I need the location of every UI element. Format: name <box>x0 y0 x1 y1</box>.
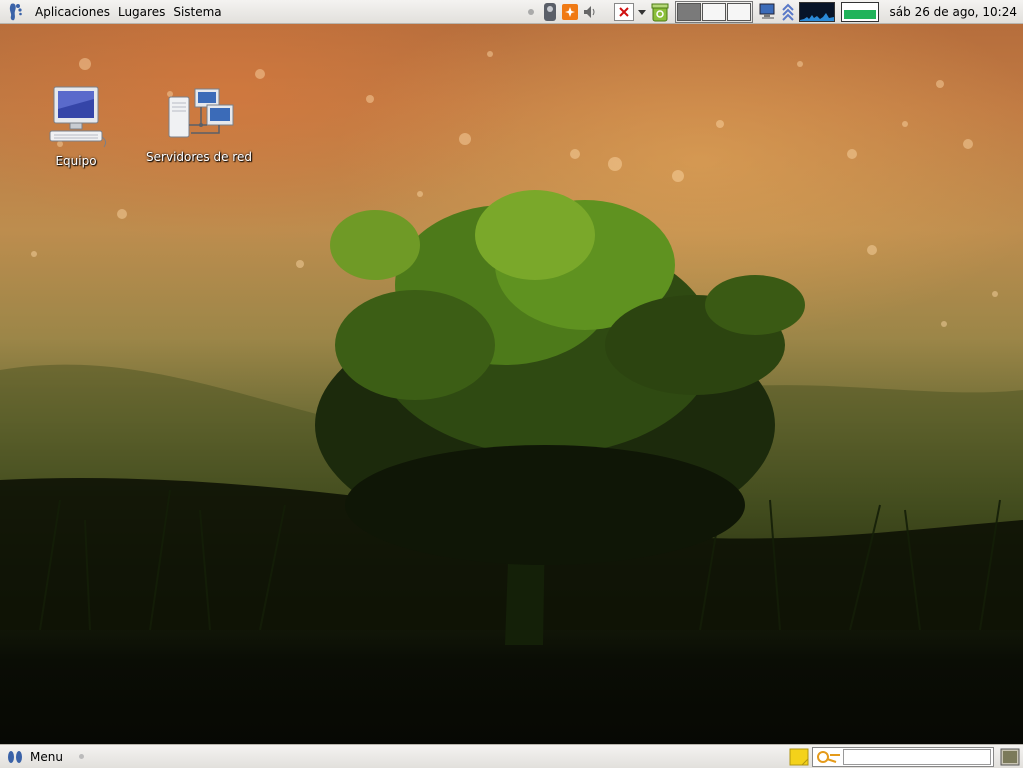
panel-separator-dot-icon <box>78 754 84 759</box>
workspace-1[interactable] <box>676 2 701 21</box>
bottom-tray <box>789 746 1023 767</box>
clock[interactable]: sáb 26 de ago, 10:24 <box>882 0 1023 24</box>
cpu-load-graph[interactable] <box>798 1 835 22</box>
applications-menu[interactable]: Aplicaciones <box>31 0 114 24</box>
computer-icon <box>49 86 107 148</box>
speaker-icon[interactable] <box>582 4 598 20</box>
gnome-foot-icon[interactable] <box>5 2 25 22</box>
desktop-icon-computer[interactable]: Equipo <box>36 85 116 168</box>
system-menu[interactable]: Sistema <box>169 0 225 24</box>
desktop-icon-label: Servidores de red <box>146 150 252 164</box>
notification-area: sáb 26 de ago, 10:24 <box>526 0 1023 24</box>
places-menu[interactable]: Lugares <box>114 0 169 24</box>
panel-separator-dot-icon <box>527 8 534 15</box>
trash-icon[interactable] <box>650 2 670 22</box>
deskbar-search <box>812 746 994 767</box>
show-desktop-icon[interactable] <box>1000 748 1020 766</box>
volume-icon[interactable] <box>542 2 558 22</box>
network-monitor-icon[interactable] <box>758 2 778 22</box>
memory-usage-graph[interactable] <box>840 1 879 22</box>
network-manager-icon[interactable] <box>561 3 578 20</box>
sticky-notes-icon[interactable] <box>789 748 809 766</box>
wallpaper-tree <box>315 190 805 645</box>
desktop-icon-label: Equipo <box>55 154 97 168</box>
window-list-dropdown-icon[interactable] <box>637 8 646 16</box>
bottom-panel: Menu <box>0 744 1023 768</box>
top-panel: Aplicaciones Lugares Sistema sáb 26 de a… <box>0 0 1023 24</box>
memory-usage-fill <box>843 9 876 19</box>
workspace-switcher <box>674 0 753 23</box>
close-window-icon[interactable] <box>613 2 634 21</box>
update-arrows-icon[interactable] <box>781 2 794 22</box>
footprints-icon[interactable] <box>6 748 24 766</box>
deskbar-search-input[interactable] <box>843 748 991 765</box>
deskbar-search-icon[interactable] <box>816 749 842 765</box>
workspace-3[interactable] <box>726 2 751 21</box>
network-servers-icon <box>168 88 234 138</box>
main-menu-button[interactable]: Menu <box>30 750 63 764</box>
workspace-2[interactable] <box>701 2 726 21</box>
desktop-icon-network-servers[interactable]: Servidores de red <box>138 85 260 164</box>
